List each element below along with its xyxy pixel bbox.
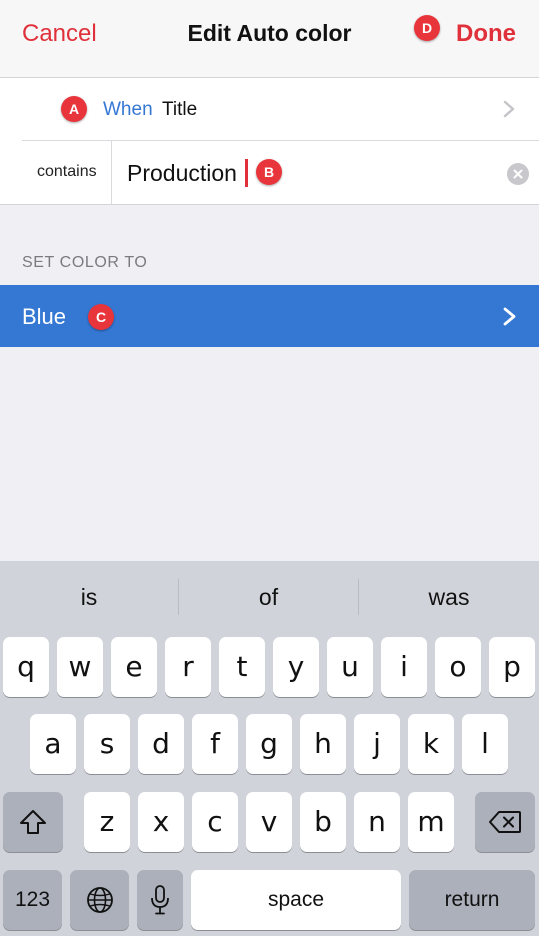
shift-key[interactable] [3,792,63,852]
key-letter[interactable]: k [408,714,454,774]
key-letter[interactable]: z [84,792,130,852]
section-header: SET COLOR TO [22,254,148,271]
clear-x-icon [513,169,523,179]
set-color-row[interactable]: Blue C [0,285,539,347]
key-letter[interactable]: l [462,714,508,774]
key-letter[interactable]: m [408,792,454,852]
chevron-right-icon [503,307,516,326]
key-letter[interactable]: y [273,637,319,697]
annotation-badge-d: D [414,15,440,41]
key-letter[interactable]: e [111,637,157,697]
space-key[interactable]: space [191,870,401,930]
key-letter[interactable]: p [489,637,535,697]
key-letter[interactable]: q [3,637,49,697]
key-letter[interactable]: g [246,714,292,774]
key-letter[interactable]: f [192,714,238,774]
globe-key[interactable] [70,870,129,930]
key-letter[interactable]: i [381,637,427,697]
key-letter[interactable]: d [138,714,184,774]
key-letter[interactable]: r [165,637,211,697]
key-letter[interactable]: s [84,714,130,774]
suggestion-item[interactable]: is [0,561,178,633]
when-label: When [103,99,153,120]
when-value: Title [162,99,198,120]
contains-row: contains B [0,141,539,204]
rule-form: A When Title contains B [0,78,539,205]
cancel-button[interactable]: Cancel [22,20,97,48]
key-letter[interactable]: o [435,637,481,697]
return-key[interactable]: return [409,870,535,930]
when-row[interactable]: A When Title [0,78,539,140]
navigation-bar: Edit Auto color Cancel Done D [0,0,539,78]
key-letter[interactable]: n [354,792,400,852]
microphone-icon [151,885,169,915]
backspace-key[interactable] [475,792,535,852]
contains-text-field[interactable] [127,153,487,193]
shift-icon [20,810,46,834]
microphone-key[interactable] [137,870,183,930]
key-letter[interactable]: w [57,637,103,697]
key-letter[interactable]: t [219,637,265,697]
key-letter[interactable]: j [354,714,400,774]
key-letter[interactable]: c [192,792,238,852]
keyboard: is of was q w e r t y u i o p a s d f g … [0,561,539,936]
suggestion-bar: is of was [0,561,539,633]
done-button[interactable]: Done [456,20,516,48]
annotation-badge-b: B [256,159,282,185]
key-letter[interactable]: x [138,792,184,852]
numbers-key[interactable]: 123 [3,870,62,930]
key-letter[interactable]: v [246,792,292,852]
globe-icon [86,887,113,913]
field-divider [111,141,112,204]
text-caret [245,159,248,187]
color-value: Blue [22,304,67,329]
key-letter[interactable]: a [30,714,76,774]
suggestion-item[interactable]: was [359,561,539,633]
annotation-badge-a: A [61,96,87,122]
chevron-right-icon [503,100,515,118]
key-letter[interactable]: u [327,637,373,697]
backspace-icon [489,811,521,833]
annotation-badge-c: C [88,304,114,330]
key-letter[interactable]: h [300,714,346,774]
contains-label: contains [37,163,97,180]
clear-text-button[interactable] [507,163,529,185]
key-letter[interactable]: b [300,792,346,852]
suggestion-item[interactable]: of [179,561,358,633]
